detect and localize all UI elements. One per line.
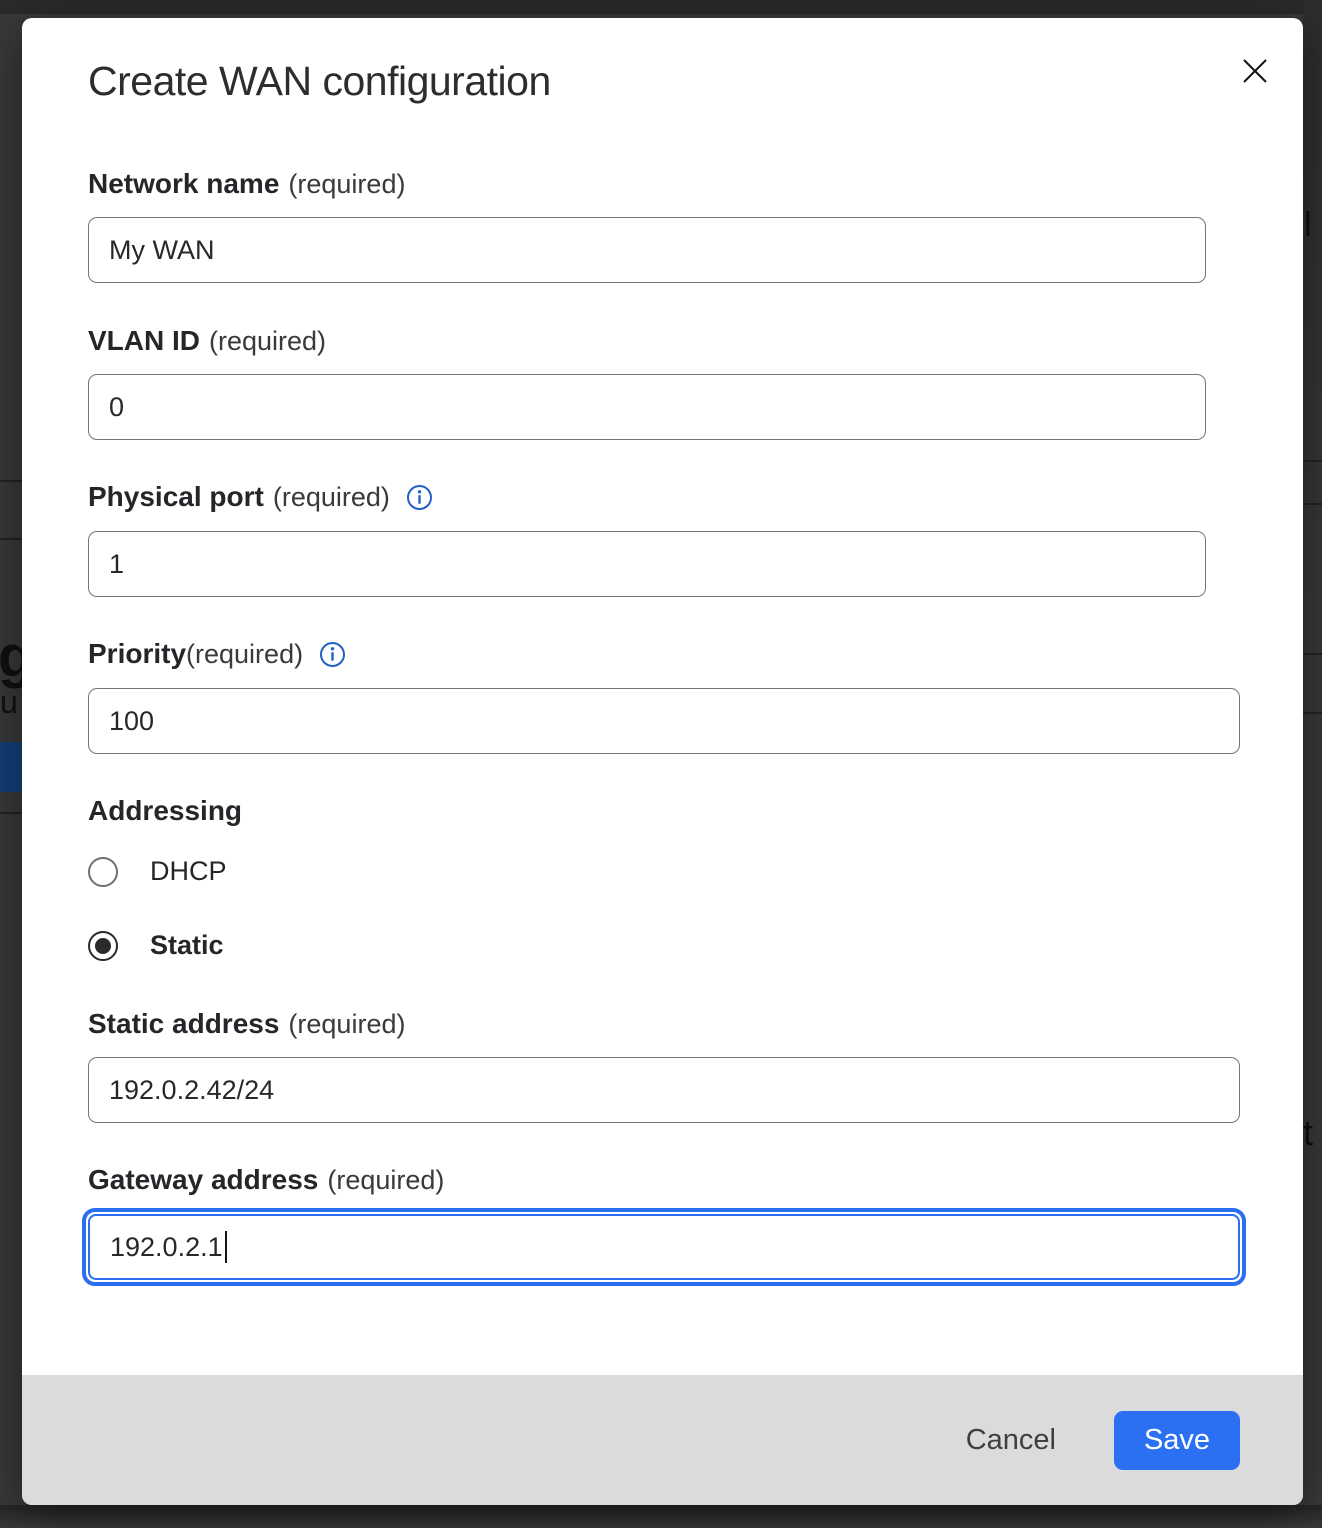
- background-table-line: [0, 812, 22, 814]
- background-table-line: [1303, 460, 1322, 462]
- network-name-label: Network name (required): [88, 168, 405, 200]
- cancel-button[interactable]: Cancel: [960, 1414, 1062, 1467]
- dhcp-radio[interactable]: [88, 857, 118, 887]
- background-table-line: [0, 538, 22, 540]
- close-button[interactable]: [1230, 46, 1280, 96]
- info-icon: [319, 641, 346, 668]
- close-icon: [1237, 53, 1273, 89]
- gateway-address-input[interactable]: 192.0.2.1: [88, 1214, 1240, 1280]
- static-radio[interactable]: [88, 931, 118, 961]
- priority-info-button[interactable]: [319, 640, 347, 668]
- save-button[interactable]: Save: [1114, 1411, 1240, 1470]
- static-address-label: Static address (required): [88, 1008, 405, 1040]
- background-text-fragment: l: [1304, 208, 1312, 242]
- background-table-line: [1303, 503, 1322, 505]
- static-radio-label[interactable]: Static: [150, 930, 224, 961]
- info-icon: [406, 484, 433, 511]
- background-table-line: [1303, 653, 1322, 655]
- vlan-id-input[interactable]: [88, 374, 1206, 440]
- text-caret: [225, 1231, 228, 1263]
- vlan-id-label: VLAN ID (required): [88, 325, 326, 357]
- background-text-fragment: u: [0, 686, 18, 718]
- background-bottom-band: [0, 1505, 1322, 1528]
- priority-label: Priority (required): [88, 638, 347, 670]
- network-name-input[interactable]: [88, 217, 1206, 283]
- background-page-left-fragment: g u: [0, 0, 22, 1528]
- modal-footer: Cancel Save: [22, 1375, 1303, 1505]
- priority-input[interactable]: [88, 688, 1240, 754]
- background-page-right-fragment: l t: [1303, 0, 1322, 1528]
- physical-port-input[interactable]: [88, 531, 1206, 597]
- background-table-line: [0, 480, 22, 482]
- background-heading-fragment: g: [0, 628, 22, 686]
- modal-title: Create WAN configuration: [88, 58, 551, 105]
- gateway-address-focus-ring: 192.0.2.1: [82, 1208, 1246, 1286]
- gateway-address-value: 192.0.2.1: [110, 1232, 223, 1263]
- physical-port-label: Physical port (required): [88, 481, 434, 513]
- dhcp-radio-label[interactable]: DHCP: [150, 856, 227, 887]
- background-top-band: [0, 0, 1322, 14]
- background-button-fragment: [0, 742, 22, 792]
- create-wan-modal: Create WAN configuration Network name (r…: [22, 18, 1303, 1505]
- addressing-option-static[interactable]: Static: [88, 930, 224, 961]
- addressing-heading: Addressing: [88, 795, 242, 827]
- addressing-option-dhcp[interactable]: DHCP: [88, 856, 227, 887]
- background-table-line: [1303, 712, 1322, 714]
- physical-port-info-button[interactable]: [406, 483, 434, 511]
- static-address-input[interactable]: [88, 1057, 1240, 1123]
- gateway-address-label: Gateway address (required): [88, 1164, 444, 1196]
- background-text-fragment: t: [1303, 1115, 1313, 1151]
